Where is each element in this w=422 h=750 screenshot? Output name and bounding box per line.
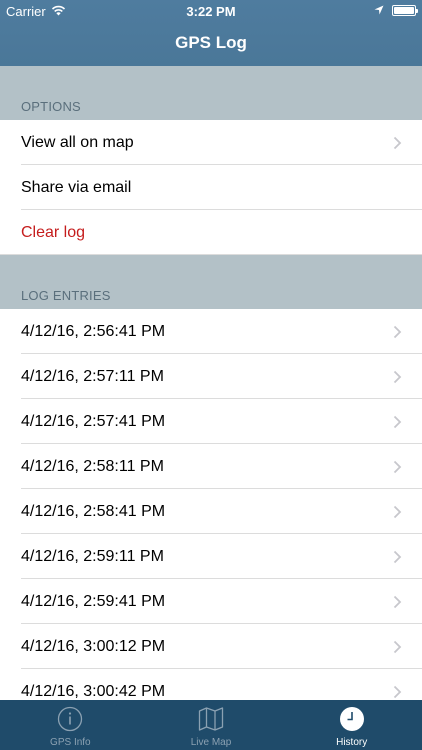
chevron-right-icon bbox=[393, 415, 402, 429]
view-all-on-map-label: View all on map bbox=[21, 133, 134, 151]
status-right-group bbox=[374, 3, 418, 18]
chevron-right-icon bbox=[393, 325, 402, 339]
log-entry-timestamp: 4/12/16, 2:56:41 PM bbox=[21, 322, 166, 340]
log-entry-row[interactable]: 4/12/16, 2:56:41 PM bbox=[0, 309, 422, 354]
tab-gps-info[interactable]: GPS Info bbox=[0, 700, 141, 750]
table-view[interactable]: OPTIONS View all on map Share via email … bbox=[0, 66, 422, 700]
status-bar: Carrier 3:22 PM bbox=[0, 0, 422, 22]
chevron-right-icon bbox=[393, 640, 402, 654]
info-icon bbox=[57, 706, 83, 732]
chevron-right-icon bbox=[393, 685, 402, 699]
tab-gps-info-label: GPS Info bbox=[50, 737, 91, 748]
tab-history[interactable]: History bbox=[281, 700, 422, 750]
navigation-bar: Carrier 3:22 PM GPS Log bbox=[0, 0, 422, 66]
tab-history-label: History bbox=[336, 737, 368, 748]
chevron-right-icon bbox=[393, 136, 402, 150]
log-entry-timestamp: 4/12/16, 2:58:11 PM bbox=[21, 457, 164, 475]
options-section-header: OPTIONS bbox=[0, 66, 422, 120]
log-entries-section-header: LOG ENTRIES bbox=[0, 255, 422, 309]
clear-log-row[interactable]: Clear log bbox=[0, 210, 422, 255]
log-entry-row[interactable]: 4/12/16, 2:58:11 PM bbox=[0, 444, 422, 489]
battery-icon bbox=[392, 5, 418, 16]
status-time: 3:22 PM bbox=[186, 4, 236, 19]
view-all-on-map-row[interactable]: View all on map bbox=[0, 120, 422, 165]
chevron-right-icon bbox=[393, 370, 402, 384]
log-entry-timestamp: 4/12/16, 2:59:41 PM bbox=[21, 592, 166, 610]
log-entry-row[interactable]: 4/12/16, 2:59:41 PM bbox=[0, 579, 422, 624]
log-entry-timestamp: 4/12/16, 3:00:42 PM bbox=[21, 682, 166, 700]
log-entry-timestamp: 4/12/16, 2:59:11 PM bbox=[21, 547, 164, 565]
log-entry-row[interactable]: 4/12/16, 2:57:41 PM bbox=[0, 399, 422, 444]
log-entry-row[interactable]: 4/12/16, 2:58:41 PM bbox=[0, 489, 422, 534]
tab-live-map-label: Live Map bbox=[190, 737, 232, 748]
share-via-email-label: Share via email bbox=[21, 178, 132, 196]
log-entry-timestamp: 4/12/16, 2:58:41 PM bbox=[21, 502, 166, 520]
chevron-right-icon bbox=[393, 595, 402, 609]
clear-log-label: Clear log bbox=[21, 223, 86, 241]
log-entry-timestamp: 4/12/16, 2:57:11 PM bbox=[21, 367, 164, 385]
map-icon bbox=[198, 706, 224, 732]
tab-live-map[interactable]: Live Map bbox=[141, 700, 282, 750]
chevron-right-icon bbox=[393, 505, 402, 519]
log-entry-timestamp: 4/12/16, 3:00:12 PM bbox=[21, 637, 166, 655]
clock-icon bbox=[339, 706, 365, 732]
chevron-right-icon bbox=[393, 550, 402, 564]
log-entry-row[interactable]: 4/12/16, 3:00:42 PM bbox=[0, 669, 422, 700]
location-arrow-icon bbox=[374, 3, 384, 18]
log-entry-row[interactable]: 4/12/16, 2:57:11 PM bbox=[0, 354, 422, 399]
log-entry-timestamp: 4/12/16, 2:57:41 PM bbox=[21, 412, 166, 430]
log-entry-row[interactable]: 4/12/16, 3:00:12 PM bbox=[0, 624, 422, 669]
log-entry-row[interactable]: 4/12/16, 2:59:11 PM bbox=[0, 534, 422, 579]
chevron-right-icon bbox=[393, 460, 402, 474]
tab-bar: GPS Info Live Map History bbox=[0, 700, 422, 750]
page-title: GPS Log bbox=[175, 33, 247, 52]
share-via-email-row[interactable]: Share via email bbox=[0, 165, 422, 210]
